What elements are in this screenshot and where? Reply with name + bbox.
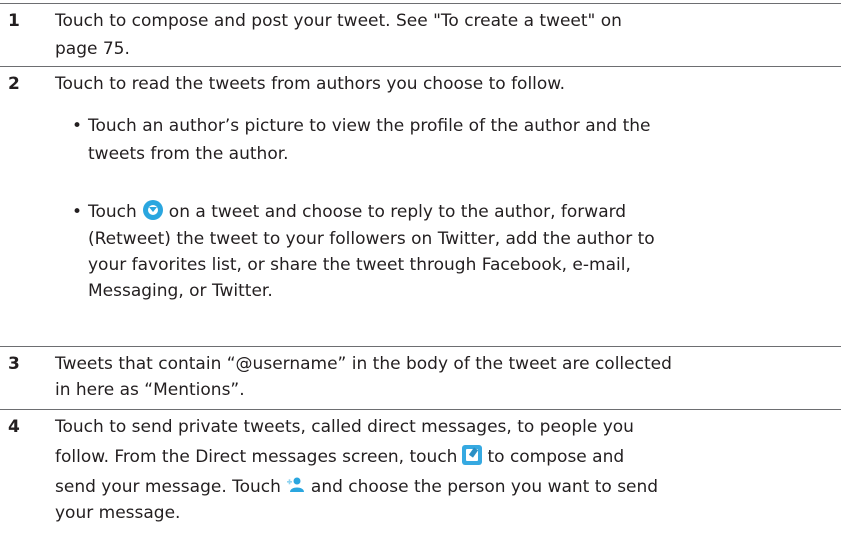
bullet-text: (Retweet) the tweet to your followers on… <box>88 229 655 249</box>
row-number: 3 <box>8 354 20 374</box>
row-text-line: send your message. Touch and choose the p… <box>55 474 825 500</box>
bullet-text: your favorites list, or share the tweet … <box>88 255 631 275</box>
row-text: send your message. Touch <box>55 477 281 497</box>
row-text-line: Touch to send private tweets, called dir… <box>55 417 634 437</box>
row-number: 4 <box>8 417 20 437</box>
bullet-text: tweets from the author. <box>88 144 289 164</box>
row-text-line: follow. From the Direct messages screen,… <box>55 444 825 470</box>
row-text-line: Touch to compose and post your tweet. Se… <box>55 11 622 31</box>
row-text-line: your message. <box>55 503 181 523</box>
bullet-dot: • <box>72 202 83 222</box>
compose-message-icon <box>462 445 483 465</box>
table-row: 2 Touch to read the tweets from authors … <box>0 66 841 345</box>
bullet-item: • Touch an author’s picture to view the p… <box>72 113 822 139</box>
row-text: follow. From the Direct messages screen,… <box>55 447 458 467</box>
row-text: to compose and <box>487 447 625 467</box>
row-text: and choose the person you want to send <box>310 477 659 497</box>
row-number: 1 <box>8 11 20 31</box>
table-row: 4 Touch to send private tweets, called d… <box>0 409 841 534</box>
table-row: 3 Tweets that contain “@username” in the… <box>0 346 841 408</box>
bullet-text: Touch an author’s picture to view the pr… <box>88 116 651 136</box>
bullet-text-line: your favorites list, or share the tweet … <box>88 252 838 278</box>
row-text-line: in here as “Mentions”. <box>55 380 245 400</box>
bullet-text-line: tweets from the author. <box>88 141 838 167</box>
chevron-down-circle-icon <box>142 200 163 220</box>
bullet-item: • Touch on a tweet and choose to reply to … <box>72 199 822 225</box>
add-person-icon <box>286 475 306 495</box>
bullet-text: on a tweet and choose to reply to the au… <box>168 202 627 222</box>
bullet-text: Messaging, or Twitter. <box>88 281 273 301</box>
row-text-line: Touch to read the tweets from authors yo… <box>55 74 566 94</box>
row-number: 2 <box>8 74 20 94</box>
bullet-dot: • <box>72 116 83 136</box>
table-row: 1 Touch to compose and post your tweet. … <box>0 3 841 65</box>
row-text-line: page 75. <box>55 39 130 59</box>
bullet-text-line: Messaging, or Twitter. <box>88 278 838 304</box>
row-text-line: Tweets that contain “@username” in the b… <box>55 354 672 374</box>
bullet-text-line: (Retweet) the tweet to your followers on… <box>88 226 838 252</box>
bullet-text: Touch <box>88 202 137 222</box>
